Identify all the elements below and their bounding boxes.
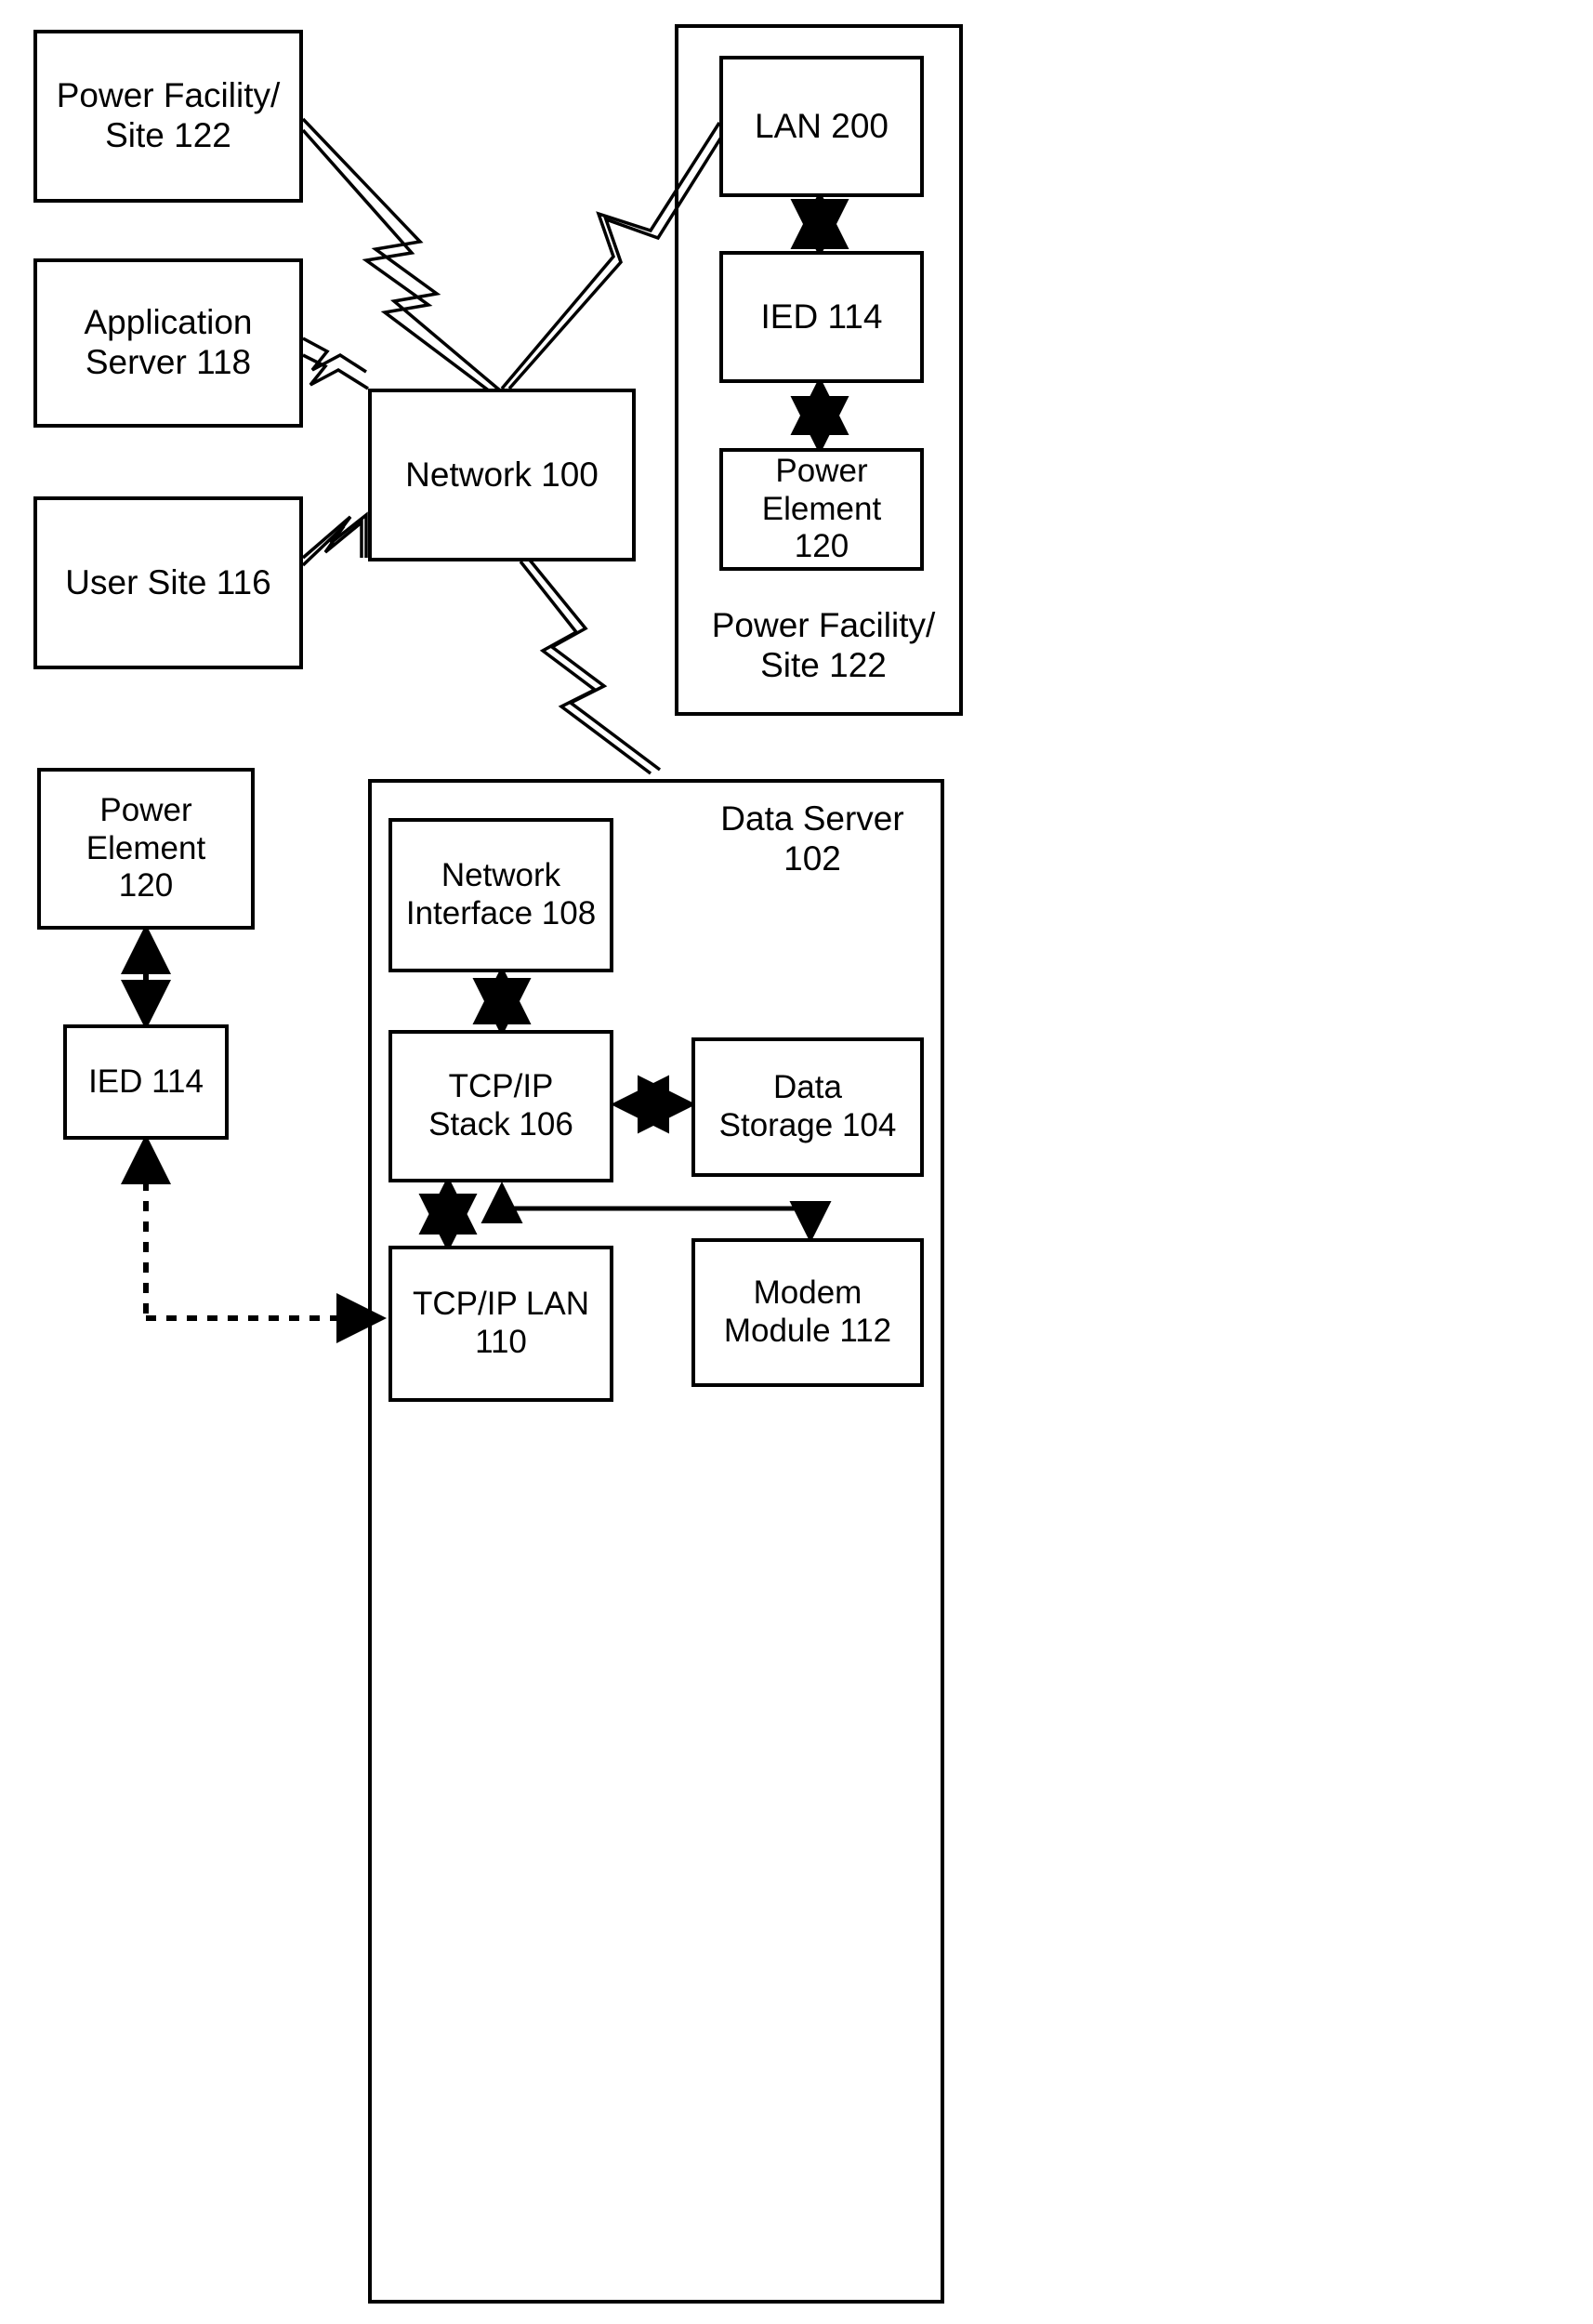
node-ied-right[interactable]: IED 114 — [719, 251, 924, 383]
node-modem-module[interactable]: Modem Module 112 — [691, 1238, 924, 1387]
node-application-server[interactable]: Application Server 118 — [33, 258, 303, 428]
dashed-arrow-ied-left-to-tcpip-lan — [121, 1134, 387, 1343]
node-tcpip-stack[interactable]: TCP/IP Stack 106 — [388, 1030, 613, 1182]
node-power-element-left[interactable]: Power Element 120 — [37, 768, 255, 930]
lightning-power-facility-to-network — [301, 117, 502, 396]
node-ied-left[interactable]: IED 114 — [63, 1024, 229, 1140]
node-lan[interactable]: LAN 200 — [719, 56, 924, 197]
node-power-facility-left[interactable]: Power Facility/ Site 122 — [33, 30, 303, 203]
node-data-storage[interactable]: Data Storage 104 — [691, 1037, 924, 1177]
figure-canvas: Power Facility/ Site 122 Application Ser… — [0, 0, 1593, 2324]
lightning-network-to-data-server — [519, 556, 662, 775]
data-server-caption: Data Server 102 — [720, 799, 904, 878]
node-network-interface[interactable]: Network Interface 108 — [388, 818, 613, 972]
lightning-application-server-to-network — [302, 337, 369, 390]
node-network[interactable]: Network 100 — [368, 389, 636, 561]
power-facility-container-caption: Power Facility/ Site 122 — [711, 606, 936, 684]
node-user-site[interactable]: User Site 116 — [33, 496, 303, 669]
lightning-user-site-to-network — [301, 511, 368, 567]
node-tcpip-lan[interactable]: TCP/IP LAN 110 — [388, 1246, 613, 1402]
data-server-container — [368, 779, 944, 2304]
node-power-element-right[interactable]: Power Element 120 — [719, 448, 924, 571]
